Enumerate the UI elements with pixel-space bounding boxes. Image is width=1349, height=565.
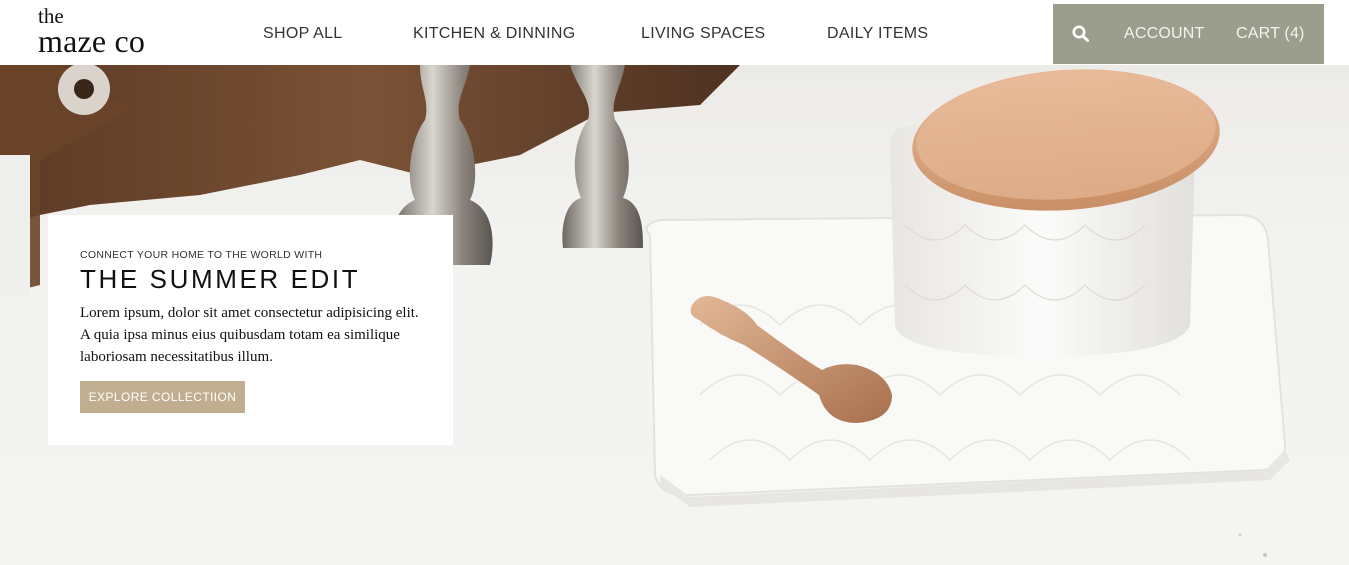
promo-eyebrow: CONNECT YOUR HOME TO THE WORLD WITH <box>80 249 323 261</box>
promo-card: CONNECT YOUR HOME TO THE WORLD WITH THE … <box>48 215 453 445</box>
site-logo[interactable]: the maze co <box>38 6 146 59</box>
explore-collection-button[interactable]: EXPLORE COLLECTIION <box>80 381 245 413</box>
site-header: the maze co SHOP ALL KITCHEN & DINNING L… <box>0 0 1349 65</box>
promo-description: Lorem ipsum, dolor sit amet consectetur … <box>80 305 419 365</box>
nav-living-spaces[interactable]: LIVING SPACES <box>641 25 766 43</box>
nav-shop-all[interactable]: SHOP ALL <box>263 25 343 43</box>
hero-banner: CONNECT YOUR HOME TO THE WORLD WITH THE … <box>0 65 1349 565</box>
promo-title: THE SUMMER EDIT <box>80 264 361 294</box>
account-link[interactable]: ACCOUNT <box>1124 25 1205 43</box>
nav-daily-items[interactable]: DAILY ITEMS <box>827 25 928 43</box>
search-icon[interactable] <box>1071 24 1091 44</box>
logo-line-brand: maze co <box>38 23 146 59</box>
nav-kitchen-dinning[interactable]: KITCHEN & DINNING <box>413 25 575 43</box>
cart-link[interactable]: CART (4) <box>1236 25 1305 43</box>
utility-bar: ACCOUNT CART (4) <box>1053 4 1324 64</box>
